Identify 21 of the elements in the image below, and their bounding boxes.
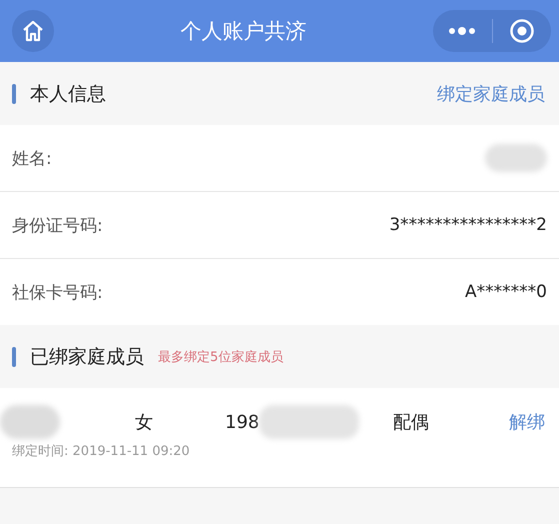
field-label: 身份证号码: — [12, 214, 103, 236]
section-title: 本人信息 — [30, 82, 106, 106]
member-relation: 配偶 — [393, 411, 429, 434]
section-title: 已绑家庭成员 — [30, 344, 144, 370]
bind-time: 绑定时间: 2019-11-11 09:20 — [12, 443, 191, 460]
field-label: 社保卡号码: — [12, 282, 103, 304]
target-icon — [508, 18, 535, 44]
limit-note: 最多绑定5位家庭成员 — [158, 348, 284, 366]
page-title: 个人账户共济 — [180, 18, 308, 45]
unbind-link[interactable]: 解绑 — [509, 410, 545, 434]
member-gender: 女 — [135, 411, 153, 434]
section-marker — [12, 346, 16, 366]
field-value: 3****************2 — [389, 215, 547, 235]
section-marker — [12, 84, 16, 104]
home-icon — [21, 19, 45, 43]
bind-family-link[interactable]: 绑定家庭成员 — [437, 82, 545, 106]
home-button[interactable] — [12, 10, 54, 52]
field-label: 姓名: — [12, 148, 52, 170]
member-birth: 198 — [225, 412, 260, 432]
more-icon — [447, 26, 478, 36]
field-value: A*******0 — [465, 282, 547, 302]
